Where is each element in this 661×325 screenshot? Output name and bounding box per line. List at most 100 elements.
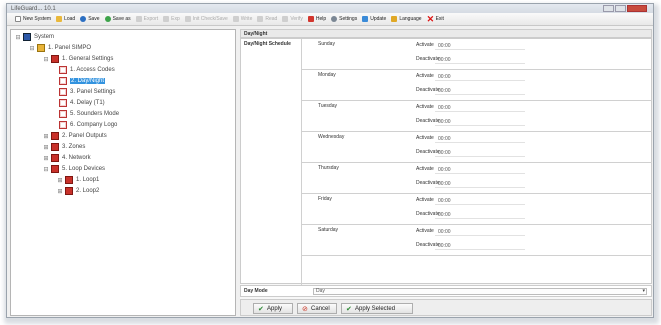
activate-time-value: 00:00 <box>438 167 451 173</box>
expand-icon[interactable]: ⊞ <box>43 155 49 162</box>
tree-node-label: 1. Access Codes <box>70 67 115 73</box>
export-label: Export <box>143 16 159 22</box>
apply-button[interactable]: ✔ Apply <box>253 303 293 314</box>
tree-node-sounders-mode[interactable]: 5. Sounders Mode <box>59 110 119 118</box>
read-icon <box>257 16 264 22</box>
folder-icon <box>56 16 63 22</box>
expand-icon[interactable]: ⊞ <box>43 144 49 151</box>
day-row-tuesday: Tuesday Activate 00:00 Deactivate 00:00 <box>302 101 652 132</box>
exit-button[interactable]: ✕ Exit <box>427 15 444 24</box>
save-button[interactable]: Save <box>80 16 100 22</box>
tree-node-panel[interactable]: ⊟ 1. Panel SIMPO <box>29 44 91 52</box>
system-icon <box>23 33 31 41</box>
day-mode-row: Day Mode Day ▾ <box>240 285 652 297</box>
tree-node-label: 2. Loop2 <box>76 188 100 194</box>
schedule-label: Day/Night Schedule <box>244 41 291 47</box>
tree-node-label: 5. Sounders Mode <box>70 111 120 117</box>
cancel-label: Cancel <box>311 305 330 312</box>
activate-time-value: 00:00 <box>438 198 451 204</box>
cancel-button[interactable]: ⊘ Cancel <box>297 303 337 314</box>
tree-node-label: 3. Zones <box>62 144 86 150</box>
read-label: Read <box>265 16 278 22</box>
day-mode-select[interactable]: Day ▾ <box>313 288 647 295</box>
verify-button[interactable]: Verify <box>282 16 303 22</box>
day-name: Thursday <box>318 165 339 171</box>
chevron-down-icon[interactable]: ▾ <box>642 289 645 294</box>
page-icon <box>59 121 67 129</box>
expand-icon[interactable]: ⊞ <box>57 177 63 184</box>
apply-selected-label: Apply Selected <box>355 305 396 312</box>
deactivate-time-value: 00:00 <box>438 212 451 218</box>
tree-node-day-night[interactable]: 2. Day/Night <box>59 77 106 85</box>
schedule-grid: Day/Night Schedule Sunday Activate 00:00… <box>240 38 652 285</box>
tree-node-label: 4. Delay (T1) <box>70 100 105 106</box>
apply-selected-button[interactable]: ✔ Apply Selected <box>341 303 413 314</box>
tree-node-label: System <box>34 34 55 40</box>
minimize-button[interactable] <box>603 5 614 12</box>
language-button[interactable]: Language <box>391 16 422 22</box>
new-system-button[interactable]: New System <box>15 16 51 22</box>
save-as-button[interactable]: Save as <box>104 16 131 22</box>
tree-node-zones[interactable]: ⊞ 3. Zones <box>43 143 85 151</box>
deactivate-time-value: 00:00 <box>438 150 451 156</box>
help-button[interactable]: Help <box>307 16 326 22</box>
loop-icon <box>65 187 73 195</box>
tree-node-general-settings[interactable]: ⊟ 1. General Settings <box>43 55 113 63</box>
tree-node-panel-settings[interactable]: 3. Panel Settings <box>59 88 115 96</box>
activate-time-value: 00:00 <box>438 74 451 80</box>
load-button[interactable]: Load <box>56 16 75 22</box>
check-icon: ✔ <box>346 305 352 313</box>
activate-label: Activate <box>416 228 434 234</box>
tree-node-loop-devices[interactable]: ⊟ 5. Loop Devices <box>43 165 105 173</box>
load-label: Load <box>64 16 76 22</box>
new-file-icon <box>15 16 21 22</box>
settings-button[interactable]: Settings <box>331 16 357 22</box>
cancel-icon: ⊘ <box>302 305 308 313</box>
collapse-icon[interactable]: ⊟ <box>43 56 49 63</box>
loop-icon <box>65 176 73 184</box>
verify-label: Verify <box>290 16 303 22</box>
day-row-friday: Friday Activate 00:00 Deactivate 00:00 <box>302 194 652 225</box>
collapse-icon[interactable]: ⊟ <box>43 166 49 173</box>
collapse-icon[interactable]: ⊟ <box>15 34 21 41</box>
collapse-icon[interactable]: ⊟ <box>29 45 35 52</box>
update-button[interactable]: Update <box>362 16 386 22</box>
exp-button[interactable]: Exp <box>163 16 180 22</box>
tree-node-company-logo[interactable]: 6. Company Logo <box>59 121 117 129</box>
tree-node-label-selected: 2. Day/Night <box>70 78 106 84</box>
tree-node-system[interactable]: ⊟ System <box>15 33 54 41</box>
folder-icon <box>51 55 59 63</box>
day-name: Saturday <box>318 227 339 233</box>
export-button[interactable]: Export <box>135 16 159 22</box>
tree-node-label: 4. Network <box>62 155 91 161</box>
tree-node-label: 3. Panel Settings <box>70 89 116 95</box>
folder-icon <box>51 132 59 140</box>
expand-icon[interactable]: ⊞ <box>43 133 49 140</box>
save-label: Save <box>88 16 100 22</box>
init-check-label: Init Check/Save <box>192 16 228 22</box>
read-button[interactable]: Read <box>257 16 277 22</box>
tree-node-loop1[interactable]: ⊞ 1. Loop1 <box>57 176 99 184</box>
activate-label: Activate <box>416 135 434 141</box>
write-button[interactable]: Write <box>232 16 252 22</box>
tree-node-network[interactable]: ⊞ 4. Network <box>43 154 91 162</box>
tree-node-delay[interactable]: 4. Delay (T1) <box>59 99 105 107</box>
tree-node-access-codes[interactable]: 1. Access Codes <box>59 66 115 74</box>
day-name: Tuesday <box>318 103 337 109</box>
new-system-label: New System <box>23 16 52 22</box>
day-row-saturday: Saturday Activate 00:00 Deactivate 00:00 <box>302 225 652 256</box>
init-check-button[interactable]: Init Check/Save <box>184 16 228 22</box>
settings-label: Settings <box>339 16 358 22</box>
folder-icon <box>51 165 59 173</box>
expand-icon[interactable]: ⊞ <box>57 188 63 195</box>
close-button[interactable] <box>627 5 647 12</box>
action-bar: ✔ Apply ⊘ Cancel ✔ Apply Selected <box>240 299 652 316</box>
maximize-button[interactable] <box>615 5 626 12</box>
tree-node-panel-outputs[interactable]: ⊞ 2. Panel Outputs <box>43 132 107 140</box>
check-icon: ✔ <box>258 305 264 313</box>
day-row-monday: Monday Activate 00:00 Deactivate 00:00 <box>302 70 652 101</box>
tree-node-loop2[interactable]: ⊞ 2. Loop2 <box>57 187 99 195</box>
activate-label: Activate <box>416 42 434 48</box>
panel-title: Day/Night <box>240 29 652 38</box>
deactivate-time-value: 00:00 <box>438 57 451 63</box>
